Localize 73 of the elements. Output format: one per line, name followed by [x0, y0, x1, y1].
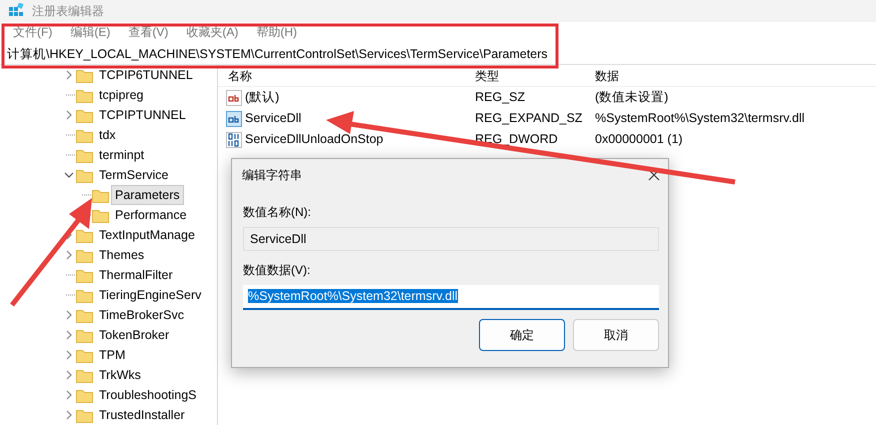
- tree-item[interactable]: TimeBrokerSvc: [95, 305, 188, 325]
- folder-icon: [76, 387, 93, 403]
- value-data-field[interactable]: %SystemRoot%\System32\termsrv.dll: [243, 285, 659, 310]
- value-type: REG_SZ: [475, 90, 526, 104]
- tree-item[interactable]: ThermalFilter: [95, 265, 177, 285]
- window-title: 注册表编辑器: [32, 3, 104, 20]
- chevron-icon[interactable]: [64, 389, 74, 401]
- dialog-title: 编辑字符串: [242, 167, 302, 184]
- value-name-field[interactable]: ServiceDll: [243, 227, 659, 251]
- folder-icon: [76, 327, 93, 343]
- ok-button[interactable]: 确定: [479, 319, 565, 351]
- folder-icon: [76, 107, 93, 123]
- tree-item[interactable]: TokenBroker: [95, 325, 174, 345]
- chevron-icon[interactable]: [64, 409, 74, 421]
- folder-icon: [76, 127, 93, 143]
- value-name[interactable]: (默认): [245, 88, 280, 107]
- folder-icon: [76, 227, 93, 243]
- chevron-icon[interactable]: [64, 69, 74, 81]
- tree-item[interactable]: TermService: [95, 165, 172, 185]
- tree-item[interactable]: Themes: [95, 245, 148, 265]
- folder-icon: [76, 267, 93, 283]
- folder-icon: [76, 247, 93, 263]
- chevron-icon[interactable]: [64, 329, 74, 341]
- tree-item[interactable]: TrustedInstaller: [95, 405, 189, 425]
- menu-item[interactable]: 编辑(E): [61, 22, 120, 43]
- tree-item[interactable]: tdx: [95, 125, 120, 145]
- close-icon[interactable]: [648, 169, 660, 181]
- tree-item[interactable]: TieringEngineServ: [95, 285, 206, 305]
- field-label: 数值数据(V):: [243, 262, 312, 279]
- value-name[interactable]: ServiceDll: [245, 109, 302, 128]
- column-header[interactable]: 名称: [218, 66, 475, 84]
- value-type: REG_EXPAND_SZ: [475, 111, 582, 126]
- folder-icon: [76, 307, 93, 323]
- tree-item[interactable]: TPM: [95, 345, 130, 365]
- column-header[interactable]: 数据: [595, 66, 619, 84]
- menu-item[interactable]: 帮助(H): [247, 22, 306, 43]
- folder-icon: [76, 67, 93, 83]
- folder-icon: [92, 207, 109, 223]
- chevron-icon[interactable]: [64, 369, 74, 381]
- menu-item[interactable]: 查看(V): [119, 22, 178, 43]
- chevron-icon[interactable]: [64, 309, 74, 321]
- tree-item[interactable]: terminpt: [95, 145, 148, 165]
- value-type: REG_DWORD: [475, 132, 558, 146]
- folder-icon: [76, 147, 93, 163]
- menu-item[interactable]: 文件(F): [4, 22, 62, 43]
- folder-icon: [76, 347, 93, 363]
- tree-item[interactable]: TextInputManage: [95, 225, 199, 245]
- folder-icon: [76, 87, 93, 103]
- tree-item[interactable]: tcpipreg: [95, 85, 148, 105]
- column-header[interactable]: 类型: [475, 66, 595, 84]
- value-data: (数值未设置): [595, 89, 668, 106]
- value-name[interactable]: ServiceDllUnloadOnStop: [245, 130, 384, 149]
- tree-item[interactable]: Parameters: [111, 185, 184, 205]
- tree-item[interactable]: TroubleshootingS: [95, 385, 201, 405]
- folder-icon: [76, 167, 93, 183]
- chevron-icon[interactable]: [64, 109, 74, 121]
- cancel-button[interactable]: 取消: [573, 319, 659, 351]
- tree-item[interactable]: TCPIP6TUNNEL: [95, 65, 197, 85]
- folder-icon: [76, 367, 93, 383]
- app-icon: [8, 3, 24, 19]
- tree-item[interactable]: TCPIPTUNNEL: [95, 105, 190, 125]
- value-data: %SystemRoot%\System32\termsrv.dll: [595, 110, 805, 128]
- chevron-icon[interactable]: [64, 249, 74, 261]
- folder-icon: [92, 187, 109, 203]
- folder-icon: [76, 407, 93, 423]
- menu-item[interactable]: 收藏夹(A): [177, 22, 248, 43]
- address-bar[interactable]: 计算机\HKEY_LOCAL_MACHINE\SYSTEM\CurrentControlSet\Services\TermService\Parameters: [0, 43, 876, 65]
- value-data: 0x00000001 (1): [595, 131, 683, 148]
- tree-item[interactable]: TrkWks: [95, 365, 145, 385]
- tree-item[interactable]: Performance: [111, 205, 191, 225]
- field-label: 数值名称(N):: [243, 204, 312, 221]
- folder-icon: [76, 287, 93, 303]
- chevron-icon[interactable]: [64, 349, 74, 361]
